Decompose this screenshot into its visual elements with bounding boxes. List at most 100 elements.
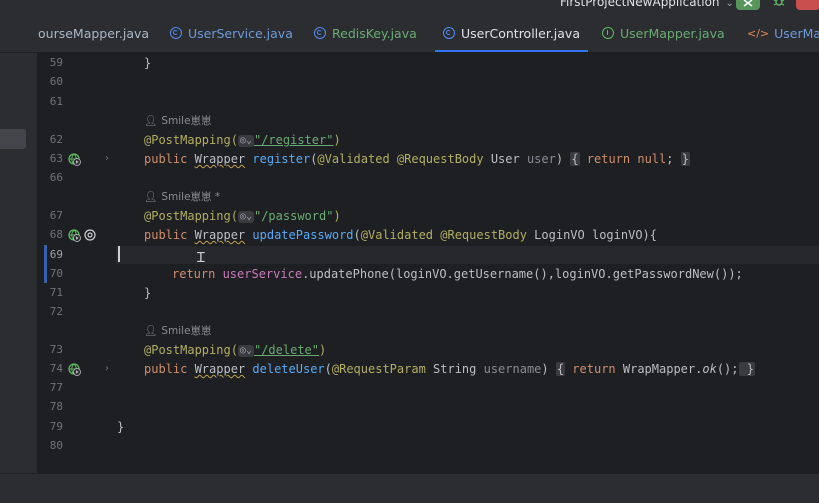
debug-icon[interactable] xyxy=(772,0,786,8)
code-line-62[interactable]: @PostMapping(◎⌄ "/register") xyxy=(144,133,341,147)
fold-arrow-icon[interactable]: › xyxy=(105,152,109,166)
paren: ) xyxy=(555,152,571,166)
string-literal[interactable]: "/password" xyxy=(254,209,333,223)
url-inlay-icon[interactable]: ◎⌄ xyxy=(237,211,254,223)
folded-region[interactable]: } xyxy=(738,362,755,376)
code-line-59[interactable]: } xyxy=(144,56,151,70)
method-call: .updatePhone(loginVO.getUsername(),login… xyxy=(302,267,743,281)
code-line-67[interactable]: @PostMapping(◎⌄ "/password") xyxy=(144,209,341,223)
type-name: User xyxy=(483,152,527,166)
keyword: null xyxy=(637,152,667,166)
run-endpoint-icon[interactable] xyxy=(73,158,81,166)
code-line-74[interactable]: public Wrapper deleteUser(@RequestParam … xyxy=(144,362,755,376)
tab-course-mapper[interactable]: ourseMapper.java xyxy=(38,14,149,52)
tab-user-controller[interactable]: UserController.java xyxy=(435,14,588,52)
folded-region[interactable]: { xyxy=(555,362,566,376)
tab-label: UserMapper.java xyxy=(620,25,725,41)
paren: ( xyxy=(324,362,332,376)
tool-window-selected-item[interactable] xyxy=(0,129,26,149)
string-literal[interactable]: "/register" xyxy=(254,133,333,147)
line-number: 69 xyxy=(49,248,63,261)
annotation: @RequestParam xyxy=(331,362,426,376)
code-line-71[interactable]: } xyxy=(144,286,151,300)
annotation: @PostMapping( xyxy=(144,209,238,223)
code-line-70[interactable]: return userService.updatePhone(loginVO.g… xyxy=(172,267,743,281)
line-number: 68 xyxy=(49,228,63,241)
parameter-list: LoginVO loginVO){ xyxy=(526,228,657,242)
url-inlay-icon[interactable]: ◎⌄ xyxy=(237,345,254,357)
tab-redis-key[interactable]: RedisKey.java xyxy=(314,14,417,52)
line-number: 63 xyxy=(49,152,63,165)
folded-region[interactable]: { xyxy=(570,152,580,166)
tab-user-mapper[interactable]: UserMapper.java xyxy=(602,14,725,52)
line-number: 59 xyxy=(49,56,63,69)
annotation-close: ) xyxy=(333,209,341,223)
tab-user-service[interactable]: UserService.java xyxy=(170,14,293,52)
title-bar: FirstProjectNewApplication ⌄ xyxy=(0,0,819,14)
keyword: public xyxy=(144,228,195,242)
vcs-change-marker[interactable] xyxy=(44,245,47,283)
method-name: register xyxy=(252,152,311,166)
tab-label: RedisKey.java xyxy=(332,25,417,41)
author-name: Smile崽崽 * xyxy=(161,191,221,203)
at-mention-icon[interactable] xyxy=(84,229,96,241)
url-inlay-icon[interactable]: ◎⌄ xyxy=(237,135,254,147)
tool-window-strip xyxy=(0,53,37,473)
brace: } xyxy=(117,420,125,434)
line-number: 66 xyxy=(49,171,63,184)
line-number: 79 xyxy=(49,420,63,433)
keyword: return xyxy=(565,362,623,376)
line-number: 61 xyxy=(49,95,63,108)
author-name: Smile崽崽 xyxy=(161,115,212,127)
line-number: 62 xyxy=(49,133,63,146)
annotation: @Validated @RequestBody xyxy=(317,152,484,166)
code-vision-author[interactable]: 👤︎ Smile崽崽 xyxy=(144,114,212,128)
line-number: 60 xyxy=(49,75,63,88)
code-vision-author[interactable]: 👤︎ Smile崽崽 * xyxy=(144,190,220,204)
stop-button[interactable] xyxy=(796,0,819,10)
string-literal[interactable]: "/delete" xyxy=(254,343,319,357)
type-name: Wrapper xyxy=(194,152,246,166)
type-name: Wrapper xyxy=(194,228,246,242)
person-icon: 👤︎ xyxy=(144,325,158,337)
annotation-close: ) xyxy=(333,133,341,147)
line-number: 78 xyxy=(49,400,63,413)
line-number: 74 xyxy=(49,362,63,375)
line-number: 72 xyxy=(49,305,63,318)
annotation: @Validated @RequestBody xyxy=(360,228,527,242)
brace: } xyxy=(144,56,152,70)
run-endpoint-icon[interactable] xyxy=(73,234,81,242)
field-reference: userService xyxy=(222,267,303,281)
run-endpoint-icon[interactable] xyxy=(73,368,81,376)
mapper-icon xyxy=(602,27,614,39)
author-name: Smile崽崽 xyxy=(161,325,212,337)
keyword: public xyxy=(144,362,195,376)
code-line-63[interactable]: public Wrapper register(@Validated @Requ… xyxy=(144,152,690,166)
code-vision-author[interactable]: 👤︎ Smile崽崽 xyxy=(144,324,212,338)
fold-arrow-icon[interactable]: › xyxy=(105,362,109,376)
code-line-68[interactable]: public Wrapper updatePassword(@Validated… xyxy=(144,228,657,242)
tab-user-mapper-xml[interactable]: </> UserMapp xyxy=(747,14,819,52)
static-method: ok xyxy=(702,362,717,376)
line-number: 77 xyxy=(49,381,63,394)
xml-icon: </> xyxy=(747,26,770,40)
status-bar xyxy=(0,473,819,503)
interface-icon xyxy=(314,27,326,39)
person-icon: 👤︎ xyxy=(144,191,158,203)
keyword: return xyxy=(172,267,223,281)
call-end: (); xyxy=(716,362,739,376)
brace: } xyxy=(144,286,152,300)
class-icon xyxy=(443,27,455,39)
method-name: updatePassword xyxy=(252,228,354,242)
parameter: user xyxy=(526,152,556,166)
folded-region[interactable]: } xyxy=(680,152,690,166)
line-number: 70 xyxy=(49,267,63,280)
line-number: 73 xyxy=(49,343,63,356)
code-line-79[interactable]: } xyxy=(117,420,124,434)
run-button[interactable] xyxy=(736,0,760,10)
type-name: String xyxy=(425,362,484,376)
keyword: public xyxy=(144,152,195,166)
project-selector[interactable]: FirstProjectNewApplication ⌄ xyxy=(560,0,734,9)
code-line-73[interactable]: @PostMapping(◎⌄ "/delete") xyxy=(144,343,326,357)
i-beam-cursor-icon: Ɪ xyxy=(197,250,205,266)
